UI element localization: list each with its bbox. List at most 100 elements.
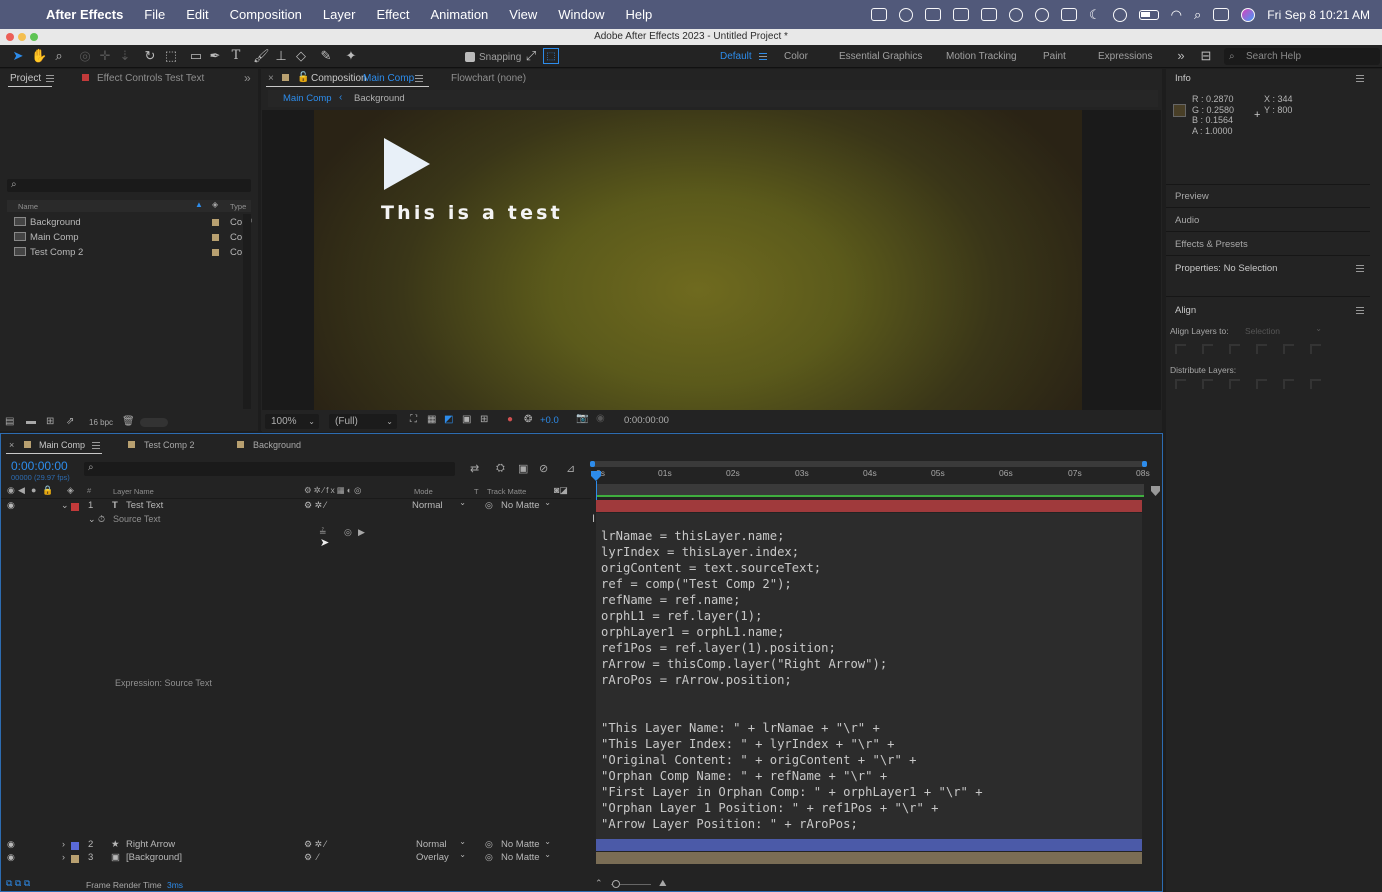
tab-effect-controls[interactable]: Effect Controls Test Text bbox=[97, 73, 204, 84]
channel-icon[interactable]: ● bbox=[507, 414, 513, 425]
zoom-window-button[interactable] bbox=[30, 33, 38, 41]
comp-menu-icon[interactable] bbox=[415, 75, 423, 82]
layer-row-right-arrow[interactable]: ◉ › 2 ★ Right Arrow ⚙ ✲ ⁄ Normal ⌄ ◎ No … bbox=[1, 837, 591, 853]
workspace-essential-graphics[interactable]: Essential Graphics bbox=[839, 51, 922, 62]
layer-mode-dropdown[interactable]: Normal ⌄ bbox=[416, 837, 466, 850]
align-hcenter-icon[interactable] bbox=[1202, 344, 1213, 354]
lock-icon[interactable]: 🔓 bbox=[297, 72, 309, 83]
search-help-field[interactable]: ⌕ Search Help bbox=[1224, 48, 1380, 65]
menu-view[interactable]: View bbox=[509, 7, 537, 22]
track-matte-pickwhip-icon[interactable]: ◎ bbox=[485, 839, 493, 850]
clone-stamp-tool-icon[interactable]: ⊥ bbox=[273, 48, 289, 64]
align-left-icon[interactable] bbox=[1175, 344, 1186, 354]
align-right-icon[interactable] bbox=[1229, 344, 1240, 354]
align-menu-icon[interactable] bbox=[1356, 307, 1364, 314]
panel-expand-icon[interactable]: » bbox=[244, 71, 251, 85]
col-name-header[interactable]: Name bbox=[18, 202, 38, 211]
collapse-chevron-icon[interactable]: ⌄ bbox=[61, 500, 69, 511]
effects-presets-panel-header[interactable]: Effects & Presets bbox=[1175, 239, 1248, 250]
show-snapshot-icon[interactable]: ◉ bbox=[596, 413, 605, 424]
layer-1-duration-bar[interactable] bbox=[596, 500, 1142, 512]
distribute-hcenter-icon[interactable] bbox=[1283, 379, 1294, 389]
project-hscroll[interactable] bbox=[140, 418, 168, 427]
visibility-eye-icon[interactable]: ◉ bbox=[7, 500, 15, 511]
transparency-grid-icon[interactable]: ▦ bbox=[427, 414, 436, 425]
distribute-right-icon[interactable] bbox=[1310, 379, 1321, 389]
layer-row-test-text[interactable]: ◉ ⌄ 1 T Test Text ⚙ ✲ ⁄ Normal ⌄ ◎ No Ma… bbox=[1, 498, 591, 514]
align-bottom-icon[interactable] bbox=[1310, 344, 1321, 354]
menu-composition[interactable]: Composition bbox=[230, 7, 302, 22]
menu-window[interactable]: Window bbox=[558, 7, 604, 22]
align-selection-dropdown[interactable]: Selection ⌄ bbox=[1240, 324, 1326, 337]
switches-column-icons[interactable]: ⚙✲⁄fx▦◐◎ bbox=[304, 485, 363, 496]
eraser-tool-icon[interactable]: ◇ bbox=[293, 48, 309, 64]
workspace-color[interactable]: Color bbox=[784, 51, 808, 62]
selection-tool-icon[interactable]: ➤ bbox=[10, 48, 26, 64]
hand-tool-icon[interactable]: ✋ bbox=[31, 48, 47, 64]
layer-label-swatch[interactable] bbox=[71, 842, 79, 850]
tab-background[interactable]: Background bbox=[253, 440, 301, 450]
track-matte-dropdown[interactable]: No Matte ⌄ bbox=[501, 850, 551, 863]
orbit-camera-icon[interactable]: ◎ bbox=[77, 48, 93, 64]
project-search-field[interactable]: ⌕ bbox=[7, 179, 251, 192]
dolly-camera-icon[interactable]: ⇣ bbox=[117, 48, 133, 64]
timeline-menu-icon[interactable] bbox=[92, 442, 100, 449]
visibility-eye-icon[interactable]: ◉ bbox=[7, 839, 15, 850]
tab-composition-prefix[interactable]: Composition bbox=[311, 73, 367, 84]
shy-switch-icon[interactable]: ⚙ ✲ ⁄ bbox=[304, 839, 326, 850]
eye-column-icon[interactable]: ◉ bbox=[7, 485, 15, 496]
comp-canvas[interactable]: This is a test bbox=[314, 110, 1082, 410]
creative-cloud-icon[interactable] bbox=[898, 7, 913, 22]
screen-share-icon[interactable] bbox=[870, 8, 887, 21]
mode-column[interactable]: Mode bbox=[414, 487, 433, 496]
graph-editor-icon[interactable]: ⊿ bbox=[566, 462, 575, 475]
exposure-value[interactable]: +0.0 bbox=[540, 415, 559, 426]
align-vcenter-icon[interactable] bbox=[1283, 344, 1294, 354]
draft-3d-icon[interactable]: ⛭ bbox=[496, 462, 505, 475]
hide-shy-layers-icon[interactable]: ▣ bbox=[518, 462, 528, 475]
timeline-search-field[interactable]: ⌕ bbox=[84, 462, 455, 476]
workspace-menu-icon[interactable] bbox=[759, 53, 767, 60]
matte-icons[interactable]: ◙◪ bbox=[554, 485, 568, 496]
properties-menu-icon[interactable] bbox=[1356, 265, 1364, 272]
menu-clock[interactable]: Fri Sep 8 10:21 AM bbox=[1267, 8, 1370, 22]
puppet-tool-icon[interactable]: ✦ bbox=[343, 48, 359, 64]
snapshot-icon[interactable]: 📷 bbox=[576, 413, 588, 424]
project-item-background[interactable]: Background Co ⚇ bbox=[14, 216, 254, 228]
tab-flowchart[interactable]: Flowchart (none) bbox=[451, 73, 526, 84]
type-tool-icon[interactable]: T bbox=[228, 48, 244, 64]
audio-column-icon[interactable]: ◀ bbox=[18, 485, 25, 496]
distribute-left-icon[interactable] bbox=[1256, 379, 1267, 389]
sort-arrow-icon[interactable]: ▲ bbox=[195, 200, 203, 209]
trash-icon[interactable]: 🗑 bbox=[122, 416, 135, 427]
right-arrow-shape[interactable] bbox=[384, 138, 430, 190]
close-timeline-tab-icon[interactable]: × bbox=[9, 440, 14, 450]
track-matte-column[interactable]: Track Matte bbox=[487, 487, 526, 496]
layer-3-duration-bar[interactable] bbox=[596, 852, 1142, 864]
label-column-icon[interactable]: ◈ bbox=[67, 485, 74, 496]
align-top-icon[interactable] bbox=[1256, 344, 1267, 354]
grid-guide-icon[interactable]: ⊞ bbox=[480, 414, 488, 425]
viewer-timecode[interactable]: 0:00:00:00 bbox=[624, 415, 669, 426]
expression-editor[interactable]: lrNamae = thisLayer.name; lyrIndex = thi… bbox=[601, 528, 1147, 832]
pen-tool-icon[interactable]: ✒ bbox=[207, 48, 223, 64]
distribute-bottom-icon[interactable] bbox=[1229, 379, 1240, 389]
layer-2-duration-bar[interactable] bbox=[596, 839, 1142, 851]
menu-animation[interactable]: Animation bbox=[430, 7, 488, 22]
expand-chevron-icon[interactable]: › bbox=[62, 852, 65, 862]
wifi-icon[interactable]: ◠ bbox=[1171, 7, 1182, 23]
lock-column-icon[interactable]: 🔒 bbox=[42, 485, 53, 496]
preview-panel-header[interactable]: Preview bbox=[1175, 191, 1209, 202]
info-panel-title[interactable]: Info bbox=[1175, 73, 1191, 84]
audio-panel-header[interactable]: Audio bbox=[1175, 215, 1199, 226]
moon-icon[interactable]: ☾ bbox=[1089, 7, 1101, 23]
layer-name[interactable]: Test Text bbox=[126, 500, 163, 511]
project-item-test-comp-2[interactable]: Test Comp 2 Co bbox=[14, 247, 254, 258]
minimize-window-button[interactable] bbox=[18, 33, 26, 41]
layer-row-background[interactable]: ◉ › 3 ▣ [Background] ⚙ ⁄ Overlay ⌄ ◎ No … bbox=[1, 850, 591, 866]
exposure-reset-icon[interactable]: ❂ bbox=[524, 414, 532, 425]
new-comp-icon[interactable]: ⊞ bbox=[46, 416, 54, 427]
layer-mode-dropdown[interactable]: Normal ⌄ bbox=[412, 498, 466, 511]
menu-edit[interactable]: Edit bbox=[186, 7, 208, 22]
menu-effect[interactable]: Effect bbox=[376, 7, 409, 22]
